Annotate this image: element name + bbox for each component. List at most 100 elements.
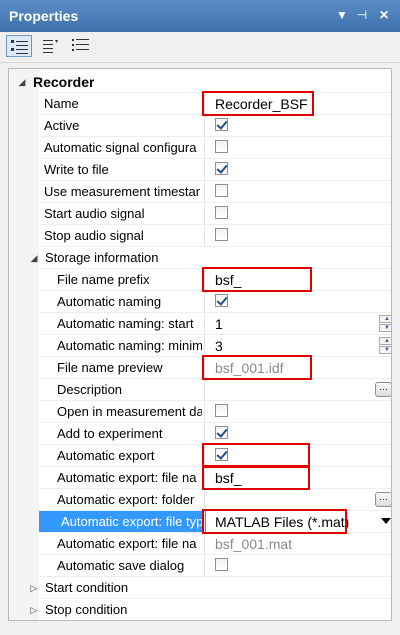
category-label: Storage information — [45, 250, 159, 265]
property-label: Automatic export: file na — [57, 536, 197, 551]
property-value-cell[interactable]: 3 ▲ ▼ — [205, 335, 391, 357]
property-value-cell[interactable]: … — [205, 379, 391, 401]
collapse-icon[interactable]: ◢ — [17, 77, 27, 87]
property-grid[interactable]: ◢ Recorder Name Recorder_BSF Active Automatic… — [8, 68, 392, 621]
property-label: Name — [44, 96, 79, 111]
spinner-buttons[interactable]: ▲ ▼ — [379, 337, 391, 355]
panel-title: Properties — [9, 8, 79, 24]
property-value-cell[interactable] — [205, 137, 391, 159]
ellipsis-button[interactable]: … — [375, 382, 391, 397]
property-value-cell[interactable] — [205, 181, 391, 203]
spin-down-icon[interactable]: ▼ — [379, 346, 391, 354]
property-row[interactable]: Automatic save dialog — [9, 555, 391, 577]
category-row[interactable]: ◢ Recorder — [9, 71, 391, 93]
property-row[interactable]: Automatic naming: start 1 ▲ ▼ — [9, 313, 391, 335]
property-row[interactable]: Use measurement timestar — [9, 181, 391, 203]
property-row[interactable]: File name preview bsf_001.idf — [9, 357, 391, 379]
dropdown-arrow-icon[interactable] — [381, 518, 391, 524]
dropdown-arrow-icon[interactable]: ▼ — [334, 7, 350, 23]
property-row[interactable]: Start audio signal — [9, 203, 391, 225]
property-row[interactable]: Automatic export — [9, 445, 391, 467]
property-label: Automatic naming: start — [57, 316, 194, 331]
spinner-buttons[interactable]: ▲ ▼ — [379, 315, 391, 333]
property-label: Automatic signal configura — [44, 140, 197, 155]
highlight-box — [202, 355, 312, 380]
readonly-value: bsf_001.mat — [215, 536, 293, 552]
property-label: Automatic save dialog — [57, 558, 185, 573]
highlight-box — [202, 509, 347, 534]
property-value-cell[interactable]: bsf_001.mat — [205, 533, 391, 555]
property-label: Description — [57, 382, 123, 397]
expand-icon[interactable]: ▷ — [29, 605, 39, 615]
property-label: Automatic export — [57, 448, 155, 463]
property-label: File name preview — [57, 360, 163, 375]
property-row[interactable]: Add to experiment — [9, 423, 391, 445]
property-label: Add to experiment — [57, 426, 163, 441]
property-row[interactable]: Automatic naming — [9, 291, 391, 313]
pin-icon[interactable]: ⊣ — [354, 7, 370, 23]
property-row[interactable]: File name prefix bsf_ — [9, 269, 391, 291]
category-row[interactable]: ▷ Start condition — [9, 577, 391, 599]
property-value-cell[interactable] — [205, 115, 391, 137]
property-row[interactable]: Active — [9, 115, 391, 137]
property-row[interactable]: Open in measurement da — [9, 401, 391, 423]
spin-up-icon[interactable]: ▲ — [379, 337, 391, 345]
property-row[interactable]: Automatic export: folder … — [9, 489, 391, 511]
property-row[interactable]: Automatic export: file na bsf_ — [9, 467, 391, 489]
property-label: Automatic naming — [57, 294, 162, 309]
checkbox[interactable] — [215, 206, 228, 219]
property-value-cell[interactable] — [205, 423, 391, 445]
property-pages-icon — [72, 39, 89, 51]
spin-up-icon[interactable]: ▲ — [379, 315, 391, 323]
highlight-box — [202, 267, 312, 292]
property-value-cell[interactable] — [205, 291, 391, 313]
property-value-cell[interactable] — [205, 159, 391, 181]
checkbox[interactable] — [215, 294, 228, 307]
property-label: Automatic export: folder — [57, 492, 195, 507]
property-label: Use measurement timestar — [44, 184, 201, 199]
toolbar — [0, 32, 400, 63]
category-row[interactable]: ▷ Stop condition — [9, 599, 391, 621]
property-value-cell[interactable] — [205, 401, 391, 423]
property-label: Automatic naming: minim — [57, 338, 202, 353]
property-pages-button[interactable] — [68, 35, 94, 57]
checkbox[interactable] — [215, 228, 228, 241]
categorized-view-button[interactable] — [6, 35, 32, 57]
status-footer — [0, 622, 400, 635]
property-label: Automatic export: file typ — [39, 511, 206, 533]
property-label: Active — [44, 118, 80, 133]
property-row[interactable]: Name Recorder_BSF — [9, 93, 391, 115]
property-value-cell[interactable] — [205, 555, 391, 577]
property-row[interactable]: Automatic export: file na bsf_001.mat — [9, 533, 391, 555]
checkbox[interactable] — [215, 404, 228, 417]
property-value-cell[interactable]: … — [205, 489, 391, 511]
checkbox[interactable] — [215, 558, 228, 571]
row-divider — [39, 620, 391, 621]
checkbox[interactable] — [215, 140, 228, 153]
property-row[interactable]: Automatic signal configura — [9, 137, 391, 159]
property-row[interactable]: Description … — [9, 379, 391, 401]
spin-down-icon[interactable]: ▼ — [379, 324, 391, 332]
property-value-cell[interactable] — [205, 225, 391, 247]
property-label: Stop audio signal — [44, 228, 144, 243]
property-row[interactable]: Write to file — [9, 159, 391, 181]
property-value-cell[interactable] — [205, 203, 391, 225]
checkbox[interactable] — [215, 426, 228, 439]
close-icon[interactable]: ✕ — [376, 7, 392, 23]
value-text[interactable]: 3 — [215, 335, 223, 357]
value-text[interactable]: 1 — [215, 313, 223, 335]
ellipsis-button[interactable]: … — [375, 492, 391, 507]
highlight-box — [202, 91, 314, 116]
category-row[interactable]: ◢ Storage information — [9, 247, 391, 269]
property-label: Automatic export: file na — [57, 470, 197, 485]
category-label: Start condition — [45, 580, 129, 595]
checkbox[interactable] — [215, 184, 228, 197]
expand-icon[interactable]: ▷ — [29, 583, 39, 593]
checkbox[interactable] — [215, 162, 228, 175]
alphabetical-view-button[interactable] — [38, 35, 64, 57]
property-row[interactable]: Stop audio signal — [9, 225, 391, 247]
property-value-cell[interactable]: 1 ▲ ▼ — [205, 313, 391, 335]
collapse-icon[interactable]: ◢ — [29, 253, 39, 263]
property-row[interactable]: Automatic naming: minim 3 ▲ ▼ — [9, 335, 391, 357]
checkbox[interactable] — [215, 118, 228, 131]
